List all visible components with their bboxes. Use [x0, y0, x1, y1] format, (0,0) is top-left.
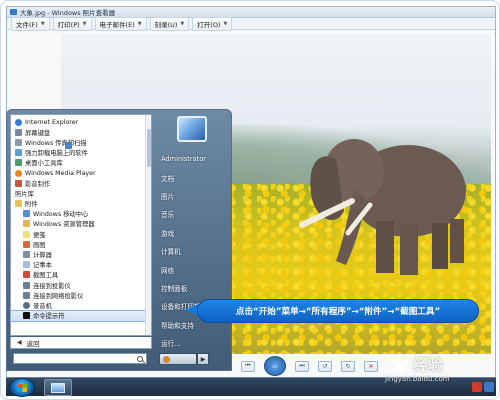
windows-logo-icon — [17, 383, 27, 392]
start-menu: Internet Explorer 屏幕键盘 Windows 传真和扫描 强力卸… — [6, 109, 232, 371]
photo-viewer-icon — [10, 9, 17, 15]
power-icon — [163, 355, 170, 363]
uninstall-icon — [15, 149, 22, 157]
movie-maker-icon — [15, 179, 22, 187]
projector-icon — [23, 281, 30, 289]
explorer-icon — [23, 220, 30, 228]
mobility-center-icon — [23, 210, 30, 218]
sound-recorder-icon — [23, 301, 30, 309]
back-button[interactable]: ◀ 返回 — [10, 337, 152, 349]
program-mobility-center[interactable]: Windows 移动中心 — [11, 209, 151, 219]
calculator-icon — [23, 251, 30, 259]
user-avatar[interactable] — [177, 116, 207, 142]
chevron-down-icon: ▼ — [137, 20, 142, 27]
program-fax-and-scan[interactable]: Windows 传真和扫描 — [11, 137, 151, 147]
chevron-down-icon: ▼ — [223, 20, 228, 27]
back-arrow-icon: ◀ — [17, 339, 22, 346]
menu-bar: 文件(F) ▼ 打印(P) ▼ 电子邮件(E) ▼ 刻录(U) ▼ 打开(O) ▼ — [7, 16, 495, 31]
program-on-screen-keyboard[interactable]: 屏幕键盘 — [11, 127, 151, 137]
gadget-icon — [15, 159, 22, 167]
next-button[interactable]: ⏭ — [295, 360, 309, 372]
rotate-ccw-button[interactable]: ↺ — [318, 360, 332, 372]
program-uninstaller[interactable]: 强力卸载电脑上的软件 — [11, 148, 151, 158]
right-item-games[interactable]: 游戏 — [155, 224, 231, 242]
right-item-pictures[interactable]: 图片 — [155, 187, 231, 205]
program-notepad[interactable]: 记事本 — [11, 260, 151, 270]
menu-open[interactable]: 打开(O) ▼ — [192, 16, 233, 31]
start-button[interactable] — [9, 378, 35, 397]
program-windows-explorer[interactable]: Windows 资源管理器 — [11, 219, 151, 229]
window-title: 大象.jpg - Windows 照片查看器 — [20, 9, 116, 17]
taskbar — [6, 377, 496, 397]
menu-file[interactable]: 文件(F) ▼ — [11, 16, 50, 31]
chevron-right-icon: ▶ — [200, 355, 206, 363]
previous-button[interactable]: ⏮ — [241, 360, 255, 372]
callout-text: 点击“开始”菜单→“所有程序”→“附件”→“截图工具” — [235, 307, 441, 317]
program-sound-recorder[interactable]: 录音机 — [11, 300, 151, 310]
start-search-input[interactable] — [13, 353, 147, 364]
right-item-network[interactable]: 网络 — [155, 260, 231, 278]
menu-email[interactable]: 电子邮件(E) ▼ — [94, 16, 147, 31]
tray-icon-red[interactable] — [472, 382, 482, 392]
snipping-tool-icon — [23, 271, 30, 279]
scrollbar-thumb[interactable] — [147, 129, 151, 167]
rotate-cw-button[interactable]: ↻ — [341, 360, 355, 372]
menu-burn[interactable]: 刻录(U) ▼ — [149, 16, 190, 31]
programs-scrollbar[interactable] — [145, 115, 151, 335]
command-prompt-icon — [23, 312, 30, 320]
start-menu-right-pane: Administrator 文档 图片 音乐 游戏 计算机 网络 控制面板 设备… — [155, 110, 231, 370]
ie-icon — [15, 118, 22, 126]
shutdown-button[interactable] — [159, 353, 197, 365]
program-snipping-tool[interactable]: 截图工具 — [11, 270, 151, 280]
right-item-user[interactable]: Administrator — [155, 150, 231, 168]
programs-list: Internet Explorer 屏幕键盘 Windows 传真和扫描 强力卸… — [10, 115, 152, 322]
program-gadget-gallery[interactable]: 桌面小工具库 — [11, 158, 151, 168]
chevron-down-icon: ▼ — [180, 20, 185, 27]
folder-accessories[interactable]: 附件 — [11, 199, 151, 209]
program-movie-maker[interactable]: 影音制作 — [11, 178, 151, 188]
all-programs-panel: Internet Explorer 屏幕键盘 Windows 传真和扫描 强力卸… — [10, 114, 152, 336]
shutdown-options-button[interactable]: ▶ — [197, 353, 209, 365]
search-icon — [137, 355, 143, 362]
folder-icon — [15, 200, 22, 208]
sticky-notes-icon — [23, 230, 30, 238]
program-media-player[interactable]: Windows Media Player — [11, 168, 151, 178]
taskbar-photo-viewer[interactable] — [44, 379, 72, 396]
program-sticky-notes[interactable]: 便笺 — [11, 229, 151, 239]
photo-viewer-icon — [51, 382, 65, 393]
program-connect-projector[interactable]: 连接到投影仪 — [11, 280, 151, 290]
program-internet-explorer[interactable]: Internet Explorer — [11, 117, 151, 127]
fax-icon — [15, 138, 22, 146]
instruction-callout: 点击“开始”菜单→“所有程序”→“附件”→“截图工具” — [197, 299, 479, 323]
program-paint[interactable]: 画图 — [11, 239, 151, 249]
program-photo-gallery[interactable]: 照片库 — [11, 142, 151, 198]
right-item-computer[interactable]: 计算机 — [155, 242, 231, 260]
tutorial-screenshot-frame: 大象.jpg - Windows 照片查看器 文件(F) ▼ 打印(P) ▼ 电子邮… — [0, 0, 500, 400]
tray-icon-blue[interactable] — [484, 382, 494, 392]
chevron-down-icon: ▼ — [82, 20, 87, 27]
notepad-icon — [23, 261, 30, 269]
elephant-figure — [299, 139, 466, 275]
slideshow-button[interactable]: ▭ — [264, 356, 286, 376]
paint-icon — [23, 240, 30, 248]
keyboard-icon — [15, 128, 22, 136]
media-player-icon — [15, 169, 22, 177]
right-item-run[interactable]: 运行... — [155, 334, 231, 352]
right-item-control-panel[interactable]: 控制面板 — [155, 279, 231, 297]
program-calculator[interactable]: 计算器 — [11, 249, 151, 259]
menu-print[interactable]: 打印(P) ▼ — [52, 16, 92, 31]
viewer-controls: ⏮ ▭ ⏭ ↺ ↻ ✕ — [237, 355, 491, 377]
right-item-documents[interactable]: 文档 — [155, 168, 231, 186]
right-item-music[interactable]: 音乐 — [155, 205, 231, 223]
chevron-down-icon: ▼ — [40, 20, 45, 27]
program-connect-network-projector[interactable]: 连接到网络投影仪 — [11, 290, 151, 300]
delete-button[interactable]: ✕ — [364, 360, 378, 372]
program-command-prompt[interactable]: 命令提示符 — [10, 309, 152, 322]
network-projector-icon — [23, 291, 30, 299]
